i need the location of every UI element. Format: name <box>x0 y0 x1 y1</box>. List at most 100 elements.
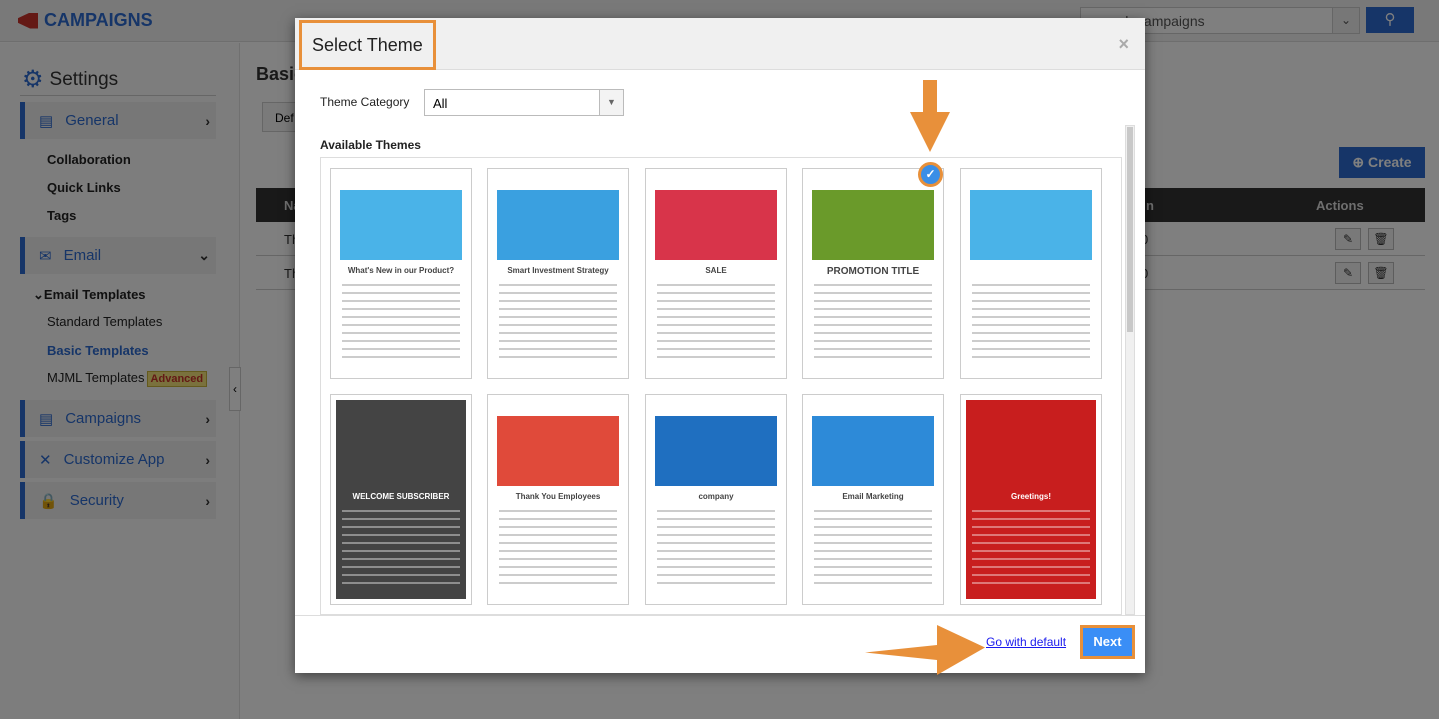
text-line <box>814 510 932 512</box>
text-line <box>972 574 1090 576</box>
theme-card[interactable] <box>960 168 1102 379</box>
text-line <box>657 300 775 302</box>
text-line <box>814 324 932 326</box>
text-line <box>499 292 617 294</box>
text-line <box>657 340 775 342</box>
text-line <box>499 518 617 520</box>
text-line <box>342 566 460 568</box>
theme-hero-image <box>340 416 462 486</box>
theme-card[interactable]: SALE <box>645 168 787 379</box>
select-theme-modal: Select Theme × Theme Category All ▼ Avail… <box>295 18 1145 673</box>
text-line <box>342 340 460 342</box>
theme-card[interactable]: company <box>645 394 787 605</box>
theme-hero-image <box>497 416 619 486</box>
text-line <box>499 316 617 318</box>
theme-headline: company <box>698 492 734 501</box>
text-line <box>972 332 1090 334</box>
text-line <box>342 316 460 318</box>
theme-card[interactable]: What's New in our Product? <box>330 168 472 379</box>
text-line <box>499 550 617 552</box>
text-line <box>814 308 932 310</box>
text-line <box>657 292 775 294</box>
close-icon[interactable]: × <box>1118 34 1129 55</box>
text-line <box>814 542 932 544</box>
text-line <box>342 534 460 536</box>
text-line <box>657 510 775 512</box>
text-line <box>972 348 1090 350</box>
text-line <box>972 518 1090 520</box>
theme-hero-image <box>812 190 934 260</box>
theme-card[interactable]: Greetings! <box>960 394 1102 605</box>
theme-card[interactable]: Smart Investment Strategy <box>487 168 629 379</box>
text-line <box>499 340 617 342</box>
theme-headline: PROMOTION TITLE <box>826 266 920 277</box>
text-line <box>657 308 775 310</box>
theme-hero-image <box>655 416 777 486</box>
theme-preview: company <box>651 400 781 599</box>
text-line <box>342 526 460 528</box>
theme-preview: Email Marketing <box>808 400 938 599</box>
text-line <box>814 518 932 520</box>
dropdown-arrow-icon: ▼ <box>599 90 623 115</box>
available-themes-label: Available Themes <box>320 138 421 152</box>
theme-headline: WELCOME SUBSCRIBER <box>352 492 450 501</box>
text-line <box>342 550 460 552</box>
theme-preview: PROMOTION TITLE <box>808 174 938 373</box>
text-line <box>814 566 932 568</box>
text-line <box>499 534 617 536</box>
scrollbar-thumb[interactable] <box>1127 127 1133 332</box>
text-line <box>499 324 617 326</box>
theme-headline: Greetings! <box>1010 492 1051 501</box>
text-line <box>499 526 617 528</box>
text-line <box>814 534 932 536</box>
text-line <box>657 558 775 560</box>
text-line <box>657 534 775 536</box>
text-line <box>657 518 775 520</box>
modal-title: Select Theme <box>299 20 436 70</box>
theme-hero-image <box>812 416 934 486</box>
next-button[interactable]: Next <box>1080 625 1135 659</box>
theme-category-select[interactable]: All ▼ <box>424 89 624 116</box>
text-line <box>972 316 1090 318</box>
theme-category-label: Theme Category <box>320 95 410 109</box>
theme-card[interactable]: PROMOTION TITLE <box>802 168 944 379</box>
text-line <box>972 340 1090 342</box>
theme-preview <box>966 174 1096 373</box>
text-line <box>814 300 932 302</box>
text-line <box>657 348 775 350</box>
theme-hero-image <box>340 190 462 260</box>
text-line <box>499 300 617 302</box>
text-line <box>657 542 775 544</box>
theme-card[interactable]: Thank You Employees <box>487 394 629 605</box>
theme-preview: Greetings! <box>966 400 1096 599</box>
scrollbar[interactable] <box>1125 125 1135 615</box>
text-line <box>657 356 775 358</box>
text-line <box>657 574 775 576</box>
theme-headline: Thank You Employees <box>515 492 601 501</box>
text-line <box>972 566 1090 568</box>
text-line <box>814 284 932 286</box>
text-line <box>499 542 617 544</box>
text-line <box>972 526 1090 528</box>
text-line <box>814 348 932 350</box>
theme-card[interactable]: Email Marketing <box>802 394 944 605</box>
selected-value: All <box>433 96 448 111</box>
theme-hero-image <box>497 190 619 260</box>
text-line <box>342 542 460 544</box>
theme-preview: Thank You Employees <box>493 400 623 599</box>
text-line <box>342 348 460 350</box>
text-line <box>657 316 775 318</box>
text-line <box>499 582 617 584</box>
text-line <box>342 324 460 326</box>
text-line <box>972 284 1090 286</box>
text-line <box>814 292 932 294</box>
text-line <box>342 300 460 302</box>
text-line <box>342 518 460 520</box>
theme-headline: SALE <box>705 266 727 275</box>
go-with-default-link[interactable]: Go with default <box>986 635 1066 649</box>
text-line <box>342 510 460 512</box>
theme-card[interactable]: WELCOME SUBSCRIBER <box>330 394 472 605</box>
text-line <box>972 356 1090 358</box>
text-line <box>972 308 1090 310</box>
text-line <box>814 332 932 334</box>
